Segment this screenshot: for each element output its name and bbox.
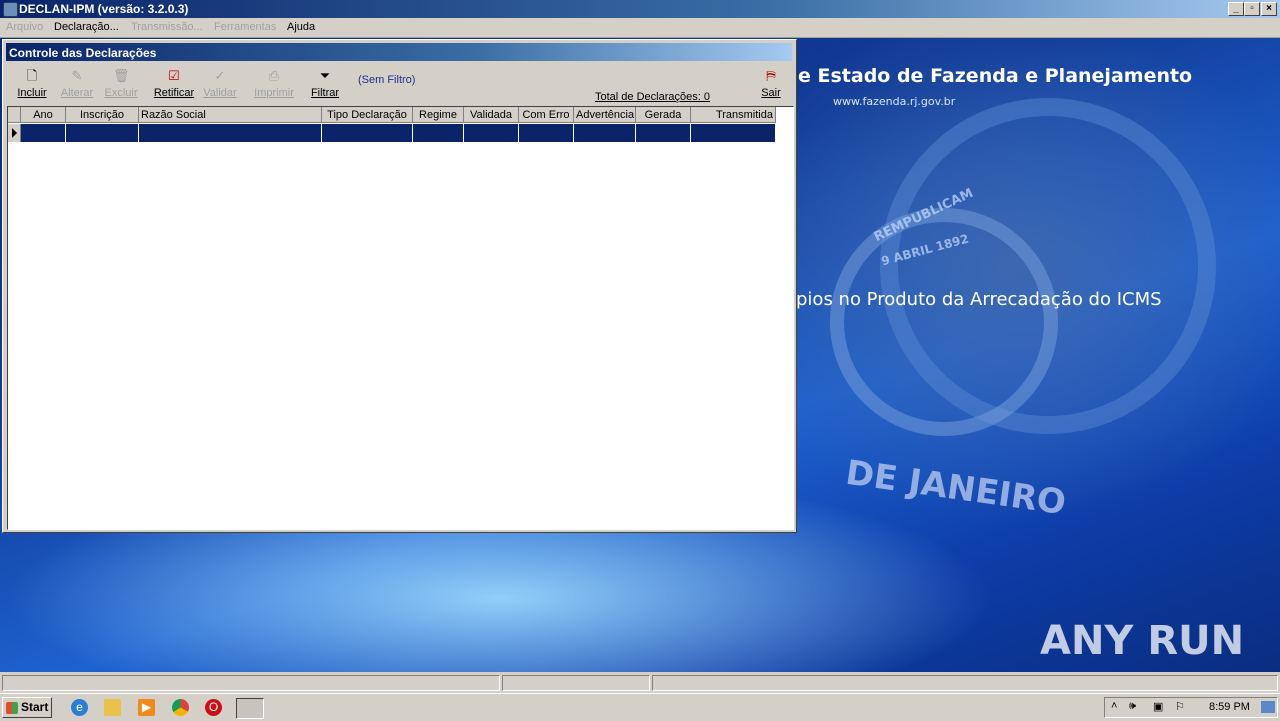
app-icon: [3, 2, 18, 17]
sair-button[interactable]: ⛿ Sair: [748, 64, 794, 104]
status-bar: [0, 673, 1280, 693]
action-center-flag-icon[interactable]: ⚐: [1175, 700, 1185, 713]
col-inscricao[interactable]: Inscrição: [66, 107, 139, 123]
menu-ajuda[interactable]: Ajuda: [287, 21, 315, 33]
status-panel-1: [2, 675, 500, 691]
network-icon[interactable]: ▣: [1153, 700, 1163, 713]
excluir-button[interactable]: 🗑 Excluir: [98, 64, 144, 104]
banner-headline: e Estado de Fazenda e Planejamento: [798, 65, 1193, 87]
show-hidden-icons-icon[interactable]: ˄: [1111, 700, 1117, 712]
window-title: DECLAN-IPM (versão: 3.2.0.3): [19, 2, 189, 16]
alterar-button[interactable]: ✎ Alterar: [54, 64, 100, 104]
cell-validada[interactable]: [464, 124, 519, 142]
declarations-window-titlebar[interactable]: Controle das Declarações: [6, 43, 792, 61]
retificar-button[interactable]: ☑ Retificar: [151, 64, 197, 104]
incluir-button[interactable]: 🗋 Incluir: [9, 64, 55, 104]
close-button[interactable]: ×: [1261, 2, 1277, 16]
grid-header: Ano Inscrição Razão Social Tipo Declaraç…: [8, 107, 776, 124]
filtrar-button[interactable]: ⏷ Filtrar: [302, 64, 348, 104]
folder-icon[interactable]: [104, 699, 121, 716]
col-advertencia[interactable]: Advertência: [574, 107, 636, 123]
table-row[interactable]: [8, 124, 776, 142]
restore-button[interactable]: ▫: [1244, 2, 1260, 16]
exit-door-icon: ⛿: [766, 68, 776, 83]
cell-razao-social[interactable]: [139, 124, 322, 142]
declarations-window: Controle das Declarações 🗋 Incluir ✎ Alt…: [2, 39, 797, 533]
system-tray: ˄ 🕪 ▣ ⚐ 8:59 PM: [1104, 697, 1278, 718]
cell-advertencia[interactable]: [574, 124, 636, 142]
opera-icon[interactable]: O: [205, 699, 222, 716]
new-document-icon: 🗋: [26, 68, 38, 83]
menu-transmissao[interactable]: Transmissão...: [131, 21, 203, 33]
pencil-icon: ✎: [71, 68, 83, 83]
banner-url: www.fazenda.rj.gov.br: [833, 95, 956, 108]
menu-ferramentas[interactable]: Ferramentas: [214, 21, 276, 33]
trash-icon: 🗑: [113, 68, 130, 83]
col-validada[interactable]: Validada: [464, 107, 519, 123]
header-row-indicator: [8, 107, 21, 123]
app-title-bar[interactable]: DECLAN-IPM (versão: 3.2.0.3) _ ▫ ×: [0, 0, 1280, 18]
menu-arquivo[interactable]: Arquivo: [6, 21, 43, 33]
banner-subtitle: pios no Produto da Arrecadação do ICMS: [796, 289, 1162, 310]
status-panel-3: [652, 675, 1278, 691]
menu-declaracao[interactable]: Declaração...: [54, 21, 119, 33]
cell-tipo-declaracao[interactable]: [322, 124, 413, 142]
imprimir-button[interactable]: ⎙ Imprimir: [251, 64, 297, 104]
check-document-icon: ☑: [168, 68, 180, 83]
col-gerada[interactable]: Gerada: [636, 107, 691, 123]
funnel-icon: ⏷: [319, 68, 331, 83]
speaker-icon[interactable]: 🕪: [1129, 700, 1136, 713]
col-com-erro[interactable]: Com Erro: [519, 107, 574, 123]
col-regime[interactable]: Regime: [413, 107, 464, 123]
status-panel-2: [502, 675, 650, 691]
menu-bar: Arquivo Declaração... Transmissão... Fer…: [0, 18, 1280, 38]
minimize-button[interactable]: _: [1228, 2, 1244, 16]
filter-status: (Sem Filtro): [358, 74, 416, 86]
show-desktop-icon[interactable]: [1261, 701, 1275, 713]
col-transmitida[interactable]: Transmitida: [691, 107, 776, 123]
total-declarations: Total de Declarações: 0: [595, 91, 710, 103]
watermark-text: ANY RUN: [1040, 618, 1245, 664]
validar-button[interactable]: ✓ Validar: [197, 64, 243, 104]
declarations-window-title: Controle das Declarações: [9, 46, 157, 60]
col-ano[interactable]: Ano: [21, 107, 66, 123]
col-tipo-declaracao[interactable]: Tipo Declaração: [322, 107, 413, 123]
taskbar: Start e ▶ O ˄ 🕪 ▣ ⚐ 8:59 PM: [0, 693, 1280, 721]
print-icon: ⎙: [268, 68, 280, 83]
chrome-icon[interactable]: [172, 699, 189, 716]
checkmark-icon: ✓: [214, 68, 226, 83]
cell-ano[interactable]: [21, 124, 66, 142]
col-razao-social[interactable]: Razão Social: [139, 107, 322, 123]
media-player-icon[interactable]: ▶: [138, 699, 155, 716]
declan-taskbar-button[interactable]: [236, 698, 264, 719]
start-button[interactable]: Start: [2, 697, 52, 718]
cell-com-erro[interactable]: [519, 124, 574, 142]
seal-text-janeiro: DE JANEIRO: [843, 452, 1069, 524]
internet-explorer-icon[interactable]: e: [71, 699, 88, 716]
declarations-grid[interactable]: Ano Inscrição Razão Social Tipo Declaraç…: [7, 106, 794, 530]
cell-inscricao[interactable]: [66, 124, 139, 142]
cell-transmitida[interactable]: [691, 124, 776, 142]
clock[interactable]: 8:59 PM: [1209, 701, 1250, 713]
cell-regime[interactable]: [413, 124, 464, 142]
windows-logo-icon: [6, 702, 18, 714]
cell-gerada[interactable]: [636, 124, 691, 142]
row-pointer-icon: [8, 124, 21, 142]
